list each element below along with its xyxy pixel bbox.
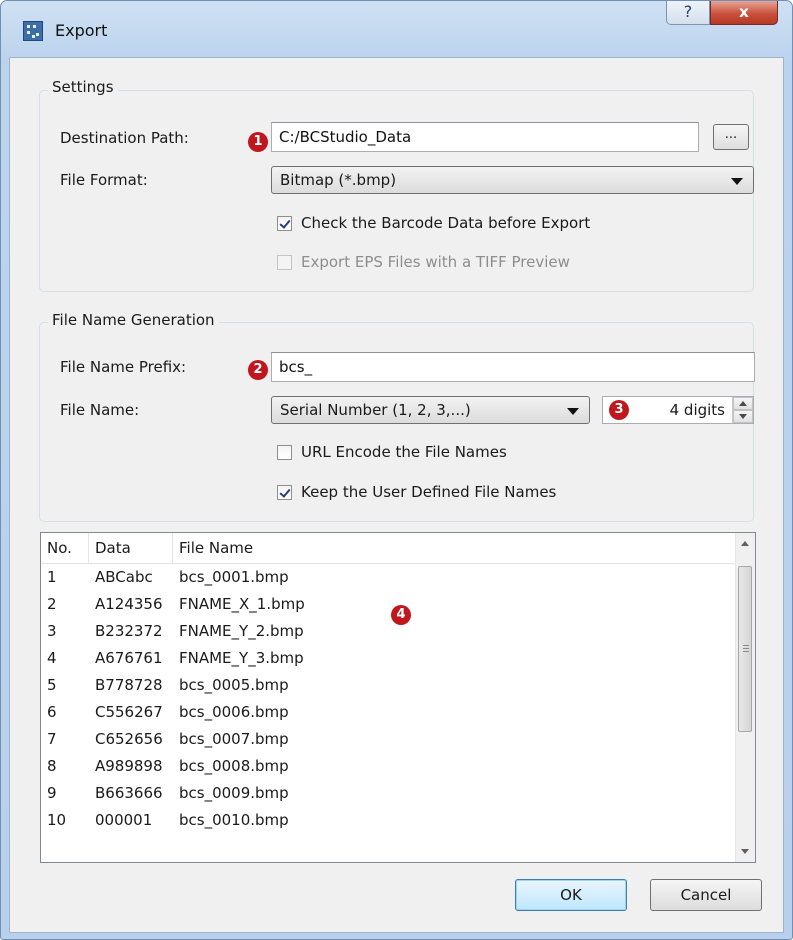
file-name-select[interactable]: Serial Number (1, 2, 3,...) (271, 396, 590, 424)
spin-buttons (732, 397, 753, 423)
cell-no: 9 (47, 784, 57, 802)
cell-no: 8 (47, 757, 57, 775)
cancel-button[interactable]: Cancel (650, 879, 762, 911)
help-button[interactable]: ? (666, 1, 710, 25)
cell-no: 6 (47, 703, 57, 721)
cell-file-name: FNAME_X_1.bmp (179, 595, 305, 613)
file-format-label: File Format: (60, 171, 148, 189)
cell-data: C652656 (95, 730, 163, 748)
cell-data: ABCabc (95, 568, 153, 586)
export-table[interactable]: No. Data File Name 1 ABCabc bcs_0001.bmp 2 A… (40, 532, 756, 863)
scroll-thumb[interactable] (738, 566, 752, 732)
table-row[interactable]: 6 C556267 bcs_0006.bmp (41, 699, 741, 726)
table-row[interactable]: 8 A989898 bcs_0008.bmp (41, 753, 741, 780)
url-encode-label: URL Encode the File Names (301, 443, 507, 461)
grip-icon (743, 645, 749, 646)
digits-spinbox[interactable]: 3 4 digits (602, 396, 754, 424)
export-dialog: Export ? x Settings Destination Path: 1 … (0, 0, 793, 940)
cell-no: 5 (47, 676, 57, 694)
url-encode-checkbox[interactable] (277, 445, 292, 460)
chevron-down-icon (567, 408, 579, 415)
chevron-down-icon (731, 178, 743, 185)
marker-1: 1 (248, 132, 268, 152)
file-name-value: Serial Number (1, 2, 3,...) (280, 401, 471, 419)
file-name-prefix-label: File Name Prefix: (60, 358, 187, 376)
cell-data: B232372 (95, 622, 163, 640)
destination-path-label: Destination Path: (60, 129, 189, 147)
export-eps-label: Export EPS Files with a TIFF Preview (301, 253, 570, 271)
table-row[interactable]: 4 A676761 FNAME_Y_3.bmp (41, 645, 741, 672)
cell-no: 7 (47, 730, 57, 748)
cell-no: 4 (47, 649, 57, 667)
cell-no: 10 (47, 811, 67, 829)
close-button[interactable]: x (710, 1, 778, 25)
spin-down-icon[interactable] (733, 410, 753, 423)
cell-data: A676761 (95, 649, 163, 667)
cell-file-name: bcs_0010.bmp (179, 811, 289, 829)
column-header-data[interactable]: Data (89, 533, 173, 563)
cell-data: A124356 (95, 595, 163, 613)
cell-data: B663666 (95, 784, 163, 802)
settings-group-title: Settings (48, 78, 118, 96)
window-title: Export (55, 21, 108, 40)
scroll-up-icon[interactable] (736, 535, 755, 552)
table-row[interactable]: 1 ABCabc bcs_0001.bmp (41, 564, 741, 591)
cell-file-name: bcs_0006.bmp (179, 703, 289, 721)
table-row[interactable]: 3 B232372 FNAME_Y_2.bmp (41, 618, 741, 645)
cell-data: B778728 (95, 676, 163, 694)
check-barcode-label: Check the Barcode Data before Export (301, 214, 591, 232)
column-header-no[interactable]: No. (41, 533, 89, 563)
marker-2: 2 (248, 360, 268, 380)
cell-file-name: FNAME_Y_3.bmp (179, 649, 304, 667)
export-eps-checkbox (277, 255, 292, 270)
vertical-scrollbar[interactable] (735, 533, 755, 862)
cell-file-name: bcs_0009.bmp (179, 784, 289, 802)
app-icon (23, 21, 43, 41)
cell-no: 3 (47, 622, 57, 640)
marker-4: 4 (391, 605, 411, 625)
browse-button[interactable]: ... (713, 124, 749, 150)
cell-data: A989898 (95, 757, 163, 775)
table-row[interactable]: 5 B778728 bcs_0005.bmp (41, 672, 741, 699)
table-row[interactable]: 10 000001 bcs_0010.bmp (41, 807, 741, 834)
file-name-generation-title: File Name Generation (48, 311, 219, 329)
file-format-select[interactable]: Bitmap (*.bmp) (271, 166, 754, 194)
cell-file-name: bcs_0001.bmp (179, 568, 289, 586)
check-barcode-checkbox[interactable] (277, 216, 292, 231)
table-row[interactable]: 7 C652656 bcs_0007.bmp (41, 726, 741, 753)
destination-path-input[interactable]: C:/BCStudio_Data (271, 122, 699, 152)
dialog-body: Settings Destination Path: 1 C:/BCStudio… (9, 57, 784, 933)
keep-user-names-checkbox[interactable] (277, 485, 292, 500)
title-bar[interactable]: Export ? x (1, 1, 792, 57)
file-name-label: File Name: (60, 401, 140, 419)
marker-3: 3 (609, 400, 629, 420)
cell-file-name: bcs_0005.bmp (179, 676, 289, 694)
table-header: No. Data File Name (41, 533, 741, 564)
cell-file-name: bcs_0008.bmp (179, 757, 289, 775)
cell-no: 1 (47, 568, 57, 586)
digits-value: 4 digits (669, 401, 725, 419)
cell-no: 2 (47, 595, 57, 613)
keep-user-names-label: Keep the User Defined File Names (301, 483, 557, 501)
spin-up-icon[interactable] (733, 397, 753, 410)
cell-file-name: FNAME_Y_2.bmp (179, 622, 304, 640)
scroll-down-icon[interactable] (736, 843, 755, 860)
file-name-prefix-input[interactable]: bcs_ (271, 352, 755, 382)
column-header-file-name[interactable]: File Name (173, 533, 741, 563)
cell-file-name: bcs_0007.bmp (179, 730, 289, 748)
cell-data: C556267 (95, 703, 163, 721)
ok-button[interactable]: OK (515, 879, 627, 911)
file-format-value: Bitmap (*.bmp) (280, 171, 397, 189)
cell-data: 000001 (95, 811, 153, 829)
table-row[interactable]: 9 B663666 bcs_0009.bmp (41, 780, 741, 807)
